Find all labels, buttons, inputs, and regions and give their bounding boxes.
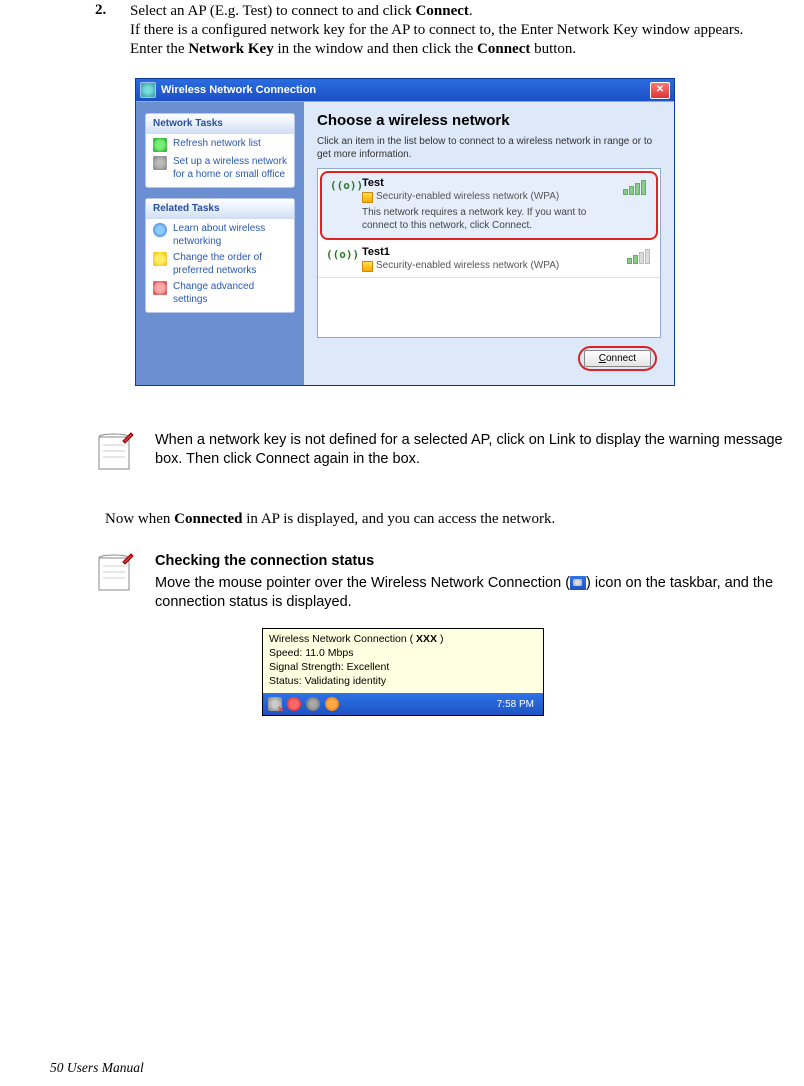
connect-button[interactable]: Connect (584, 350, 651, 367)
pane-subtext: Click an item in the list below to conne… (317, 135, 661, 168)
tooltip-ssid: XXX (416, 633, 437, 645)
taskbox-heading: Related Tasks (146, 199, 294, 219)
task-label: Change the order of preferred networks (173, 252, 287, 277)
tray-icon[interactable] (306, 697, 320, 711)
text: If there is a configured network key for… (130, 22, 743, 38)
tooltip-line: Wireless Network Connection ( (269, 633, 416, 645)
titlebar: Wireless Network Connection ✕ (136, 79, 674, 101)
task-label: Set up a wireless network for a home or … (173, 156, 287, 181)
text: Move the mouse pointer over the Wireless… (155, 575, 570, 591)
change-advanced-settings[interactable]: Change advanced settings (146, 277, 294, 306)
wireless-dialog-screenshot: Wireless Network Connection ✕ Network Ta… (135, 78, 675, 386)
network-name: Test (362, 177, 648, 191)
text: Enter the (130, 41, 188, 57)
tray-clock: 7:58 PM (497, 699, 538, 710)
network-tray-icon[interactable] (268, 697, 282, 711)
tooltip-line: Signal Strength: Excellent (269, 661, 389, 673)
text: in AP is displayed, and you can access t… (242, 511, 555, 527)
tooltip-screenshot: Wireless Network Connection ( XXX ) Spee… (262, 628, 544, 717)
right-pane: Choose a wireless network Click an item … (304, 102, 674, 385)
pane-heading: Choose a wireless network (317, 112, 661, 135)
text: Now when (105, 511, 174, 527)
tray-icon[interactable] (325, 697, 339, 711)
network-item-test1[interactable]: Test1 Security-enabled wireless network … (318, 242, 660, 278)
tooltip-line: ) (437, 633, 443, 645)
text-bold: Network Key (188, 41, 273, 57)
ati-tray-icon[interactable] (287, 697, 301, 711)
setup-wireless-network[interactable]: Set up a wireless network for a home or … (146, 152, 294, 181)
window-title: Wireless Network Connection (161, 84, 316, 96)
network-tasks-box: Network Tasks Refresh network list Set u… (145, 113, 295, 188)
task-label: Change advanced settings (173, 281, 287, 306)
system-tray: 7:58 PM (263, 693, 543, 715)
info-icon (153, 223, 167, 237)
step-2: 2. Select an AP (E.g. Test) to connect t… (95, 2, 796, 58)
connect-row: Connect (317, 338, 661, 375)
star-icon (153, 252, 167, 266)
memo-icon (95, 431, 135, 475)
tooltip-body: Wireless Network Connection ( XXX ) Spee… (263, 629, 543, 694)
memo-icon (95, 552, 135, 596)
related-tasks-box: Related Tasks Learn about wireless netwo… (145, 198, 295, 313)
network-list: Test Security-enabled wireless network (… (317, 168, 661, 338)
note-2: Checking the connection status Move the … (95, 552, 796, 612)
note-heading: Checking the connection status (155, 552, 796, 571)
note-1: When a network key is not defined for a … (95, 431, 796, 475)
step-text: Select an AP (E.g. Test) to connect to a… (130, 2, 796, 58)
task-label: Refresh network list (173, 138, 261, 151)
text-bold: Connect (477, 41, 530, 57)
refresh-icon (153, 138, 167, 152)
step-number: 2. (95, 2, 130, 58)
taskbox-heading: Network Tasks (146, 114, 294, 134)
tooltip-line: Status: Validating identity (269, 675, 386, 687)
text: Select an AP (E.g. Test) to connect to a… (130, 3, 416, 19)
wifi-icon (330, 179, 358, 201)
connect-highlight-oval: Connect (578, 346, 657, 371)
network-description: This network requires a network key. If … (362, 202, 622, 232)
text-bold: Connected (174, 511, 242, 527)
network-security: Security-enabled wireless network (WPA) (362, 260, 652, 271)
gear-icon (153, 281, 167, 295)
text: . (469, 3, 473, 19)
network-security: Security-enabled wireless network (WPA) (362, 191, 648, 202)
wifi-icon (326, 248, 354, 270)
wireless-icon (140, 82, 156, 98)
antenna-icon (153, 156, 167, 170)
note-text: When a network key is not defined for a … (155, 431, 796, 469)
connected-line: Now when Connected in AP is displayed, a… (105, 511, 796, 528)
page-footer: 50 Users Manual (50, 1060, 144, 1076)
tooltip-line: Speed: 11.0 Mbps (269, 647, 353, 659)
network-item-test[interactable]: Test Security-enabled wireless network (… (320, 171, 658, 240)
note-text: Checking the connection status Move the … (155, 552, 796, 612)
change-order-preferred[interactable]: Change the order of preferred networks (146, 248, 294, 277)
text: in the window and then click the (274, 41, 477, 57)
text: button. (530, 41, 576, 57)
wireless-tray-icon (570, 576, 586, 590)
left-pane: Network Tasks Refresh network list Set u… (136, 102, 304, 385)
network-name: Test1 (362, 246, 652, 260)
learn-wireless[interactable]: Learn about wireless networking (146, 219, 294, 248)
text-bold: Connect (416, 3, 469, 19)
close-button[interactable]: ✕ (650, 82, 670, 99)
task-label: Learn about wireless networking (173, 223, 287, 248)
refresh-network-list[interactable]: Refresh network list (146, 134, 294, 152)
